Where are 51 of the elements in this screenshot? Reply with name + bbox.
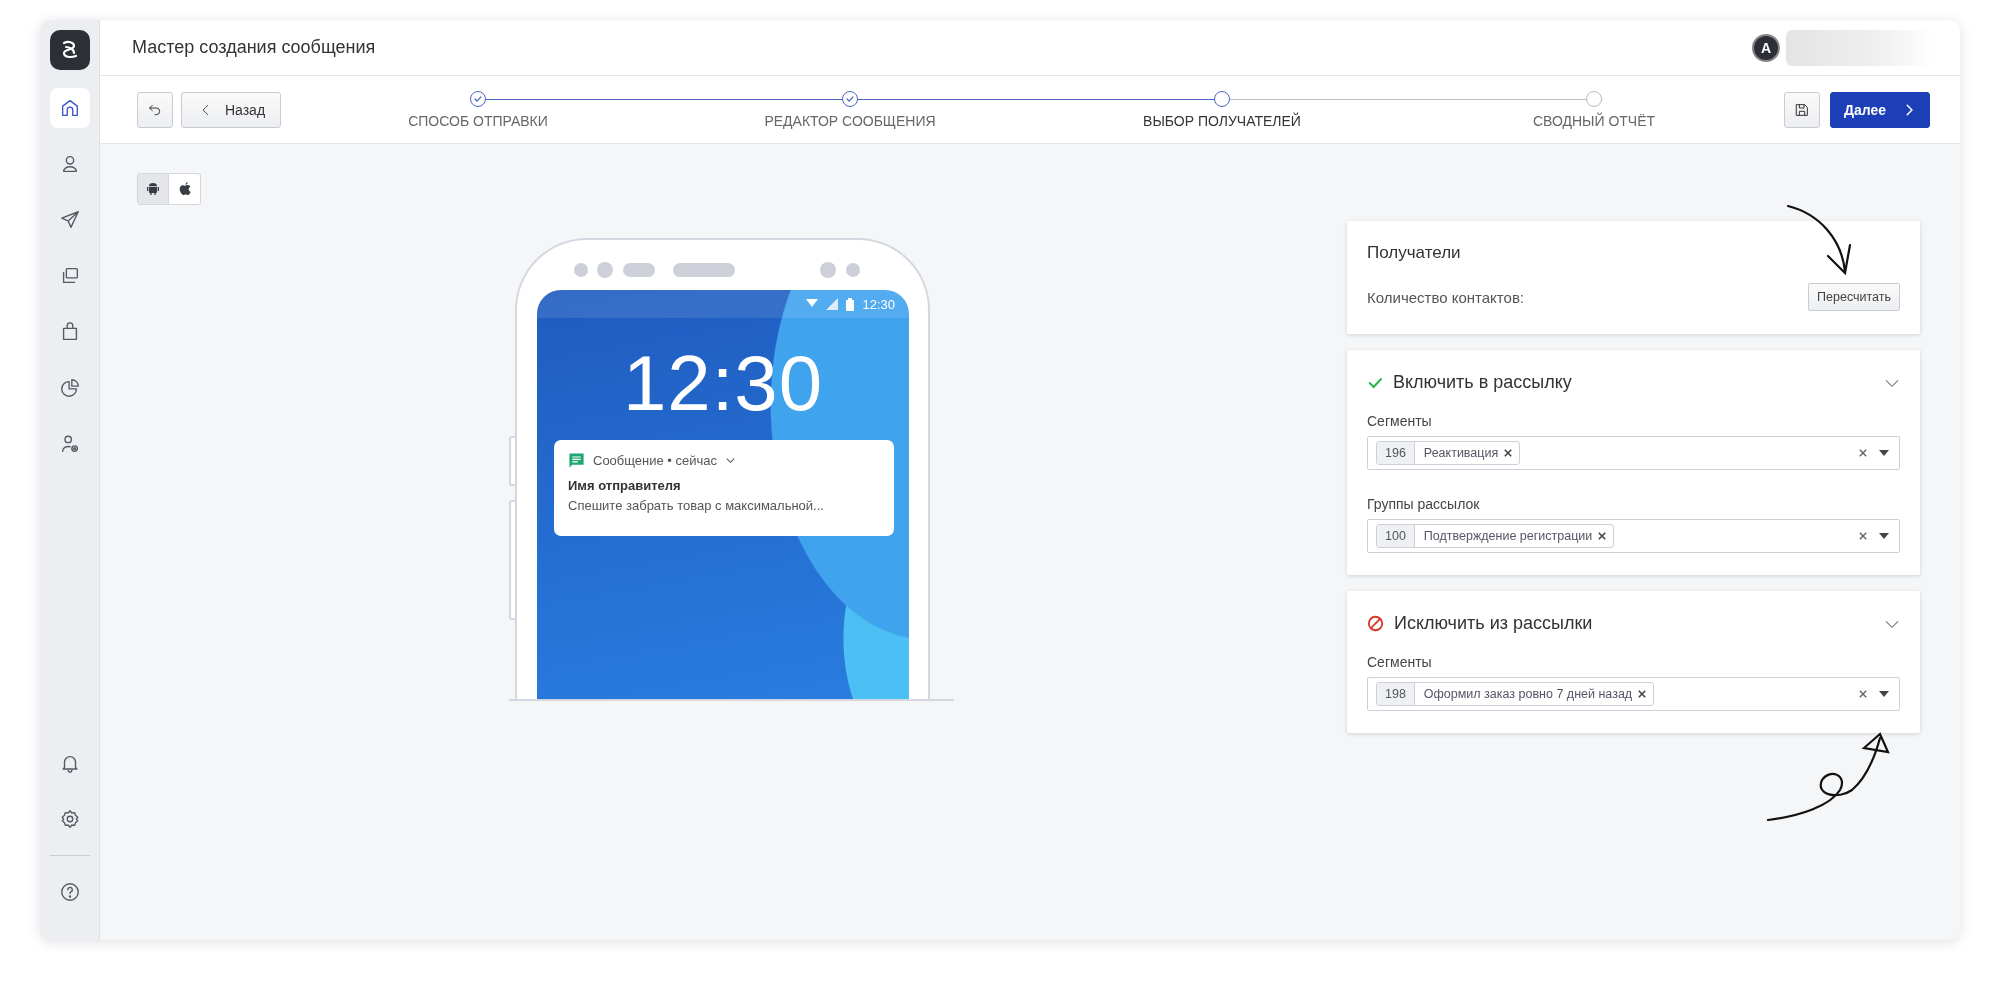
page-title: Мастер создания сообщения — [132, 37, 377, 58]
android-icon — [145, 181, 161, 197]
clear-icon — [1859, 449, 1867, 457]
pie-chart-icon — [58, 377, 81, 399]
card-title: Получатели — [1367, 243, 1462, 263]
battery-icon — [846, 297, 855, 311]
tag-count: 100 — [1377, 525, 1415, 547]
tag-name: Оформил заказ ровно 7 дней назад — [1422, 687, 1634, 701]
back-button[interactable]: Назад — [181, 91, 281, 128]
contacts-count-label: Количество контактов: — [1367, 288, 1525, 306]
user-avatar[interactable]: A — [1752, 33, 1780, 62]
app-logo[interactable] — [49, 30, 90, 70]
save-button[interactable] — [1784, 91, 1820, 128]
remove-icon — [1598, 532, 1607, 540]
tag-name: Подтверждение регистрации — [1422, 529, 1594, 543]
chevron-down-icon — [725, 455, 736, 466]
home-nav-button[interactable] — [49, 88, 90, 128]
notification-text: Спешите забрать товар с максимальной... — [568, 498, 825, 513]
send-icon — [58, 209, 81, 231]
save-icon — [1794, 101, 1810, 118]
hand-drawn-arrow — [1786, 204, 1852, 276]
step-label: СПОСОБ ОТПРАВКИ — [408, 112, 548, 129]
field-label: Группы рассылок — [1367, 496, 1481, 512]
multi-select-field[interactable]: 100 Подтверждение регистрации — [1367, 519, 1900, 553]
help-icon — [58, 881, 81, 903]
section-title: Включить в рассылку — [1393, 372, 1573, 393]
recalculate-button[interactable]: Пересчитать — [1808, 283, 1900, 311]
next-button[interactable]: Далее — [1830, 91, 1930, 128]
android-tab[interactable] — [137, 173, 169, 205]
tag-count: 196 — [1377, 442, 1415, 464]
notification-app: Сообщение • сейчас — [593, 453, 717, 468]
lock-screen-clock: 12:30 — [621, 338, 825, 429]
tag-name: Реактивация — [1422, 446, 1500, 460]
step-label: ВЫБОР ПОЛУЧАТЕЛЕЙ — [1143, 112, 1301, 129]
field-label: Сегменты — [1367, 654, 1433, 670]
clear-icon — [1859, 532, 1867, 540]
notification-sender: Имя отправителя — [568, 478, 682, 493]
wifi-icon — [806, 299, 819, 309]
step-label: РЕДАКТОР СООБЩЕНИЯ — [764, 112, 936, 129]
message-icon — [568, 452, 585, 469]
dropdown-caret-icon — [1879, 533, 1889, 539]
field-label: Сегменты — [1367, 413, 1433, 429]
step-label: СВОДНЫЙ ОТЧЁТ — [1532, 112, 1656, 129]
multi-select-field[interactable]: 196 Реактивация — [1367, 436, 1900, 470]
section-title: Исключить из рассылки — [1394, 613, 1594, 634]
undo-button[interactable] — [137, 91, 173, 128]
signal-icon — [826, 298, 839, 310]
remove-icon — [1504, 449, 1513, 457]
status-time: 12:30 — [862, 296, 895, 312]
apple-tab[interactable] — [169, 173, 201, 205]
dropdown-caret-icon — [1879, 450, 1889, 456]
